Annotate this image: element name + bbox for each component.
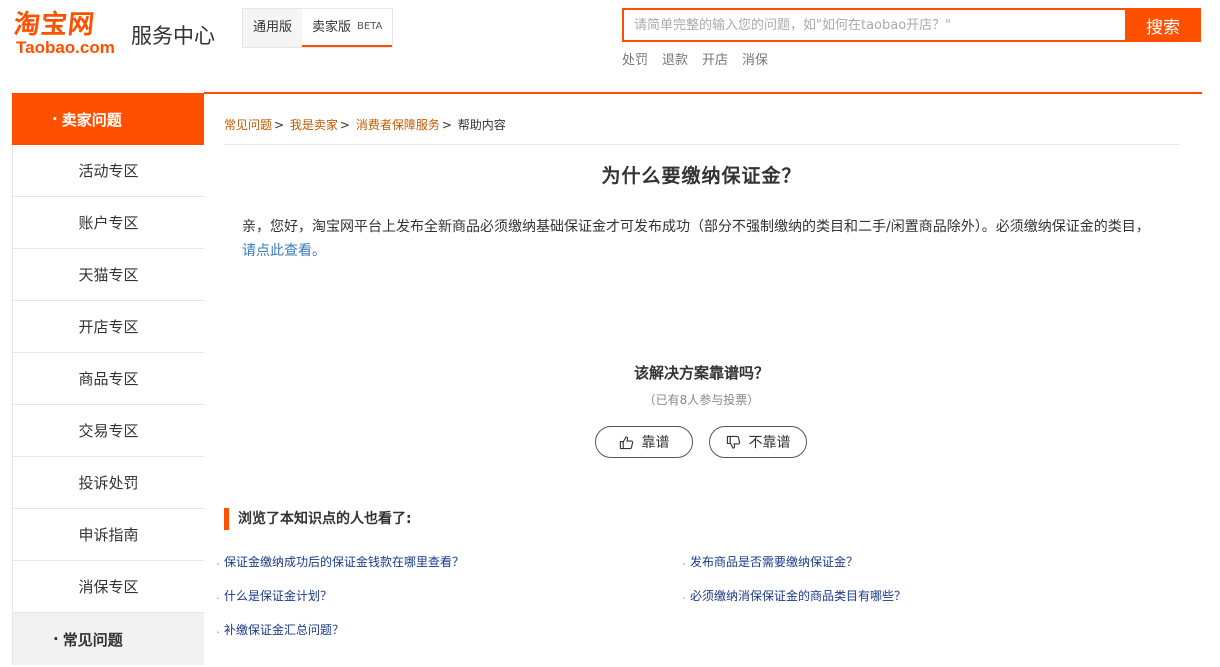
taobao-logo[interactable]: 淘宝网 Taobao.com (12, 10, 126, 58)
hot-words: 处罚 退款 开店 消保 (622, 49, 768, 68)
sidebar-item-consumer-protection[interactable]: 消保专区 (12, 561, 204, 613)
beta-badge: BETA (357, 21, 383, 32)
sidebar-item-appeals[interactable]: 申诉指南 (12, 509, 204, 561)
view-categories-link[interactable]: 请点此查看 (242, 243, 312, 259)
thumbs-down-icon (726, 435, 740, 449)
related-link[interactable]: 必须缴纳消保保证金的商品类目有哪些？ (682, 587, 906, 604)
article-title: 为什么要缴纳保证金？ (601, 165, 802, 187)
sidebar-item-trading[interactable]: 交易专区 (12, 405, 204, 457)
vote-unhelpful-label: 不靠谱 (748, 435, 791, 451)
sidebar-item-open-shop[interactable]: 开店专区 (12, 301, 204, 353)
sidebar-item-tmall[interactable]: 天猫专区 (12, 249, 204, 301)
thumbs-up-icon (619, 435, 633, 449)
breadcrumb-seller[interactable]: 我是卖家 (290, 118, 338, 132)
article-body: 亲，您好，淘宝网平台上发布全新商品必须缴纳基础保证金才可发布成功（部分不强制缴纳… (242, 215, 1172, 263)
breadcrumb-divider (224, 144, 1179, 145)
tab-general[interactable]: 通用版 (243, 9, 302, 47)
breadcrumb-separator: > (274, 118, 285, 132)
breadcrumb: 常见问题 > 我是卖家 > 消费者保障服务 > 帮助内容 (224, 116, 506, 133)
breadcrumb-separator: > (441, 118, 452, 132)
related-link[interactable]: 发布商品是否需要缴纳保证金？ (682, 553, 858, 570)
vote-question: 该解决方案靠谱吗？ (633, 364, 769, 382)
article-text: 亲，您好，淘宝网平台上发布全新商品必须缴纳基础保证金才可发布成功（部分不强制缴纳… (242, 219, 1150, 235)
related-link[interactable]: 保证金缴纳成功后的保证金钱款在哪里查看？ (216, 553, 464, 570)
breadcrumb-faq[interactable]: 常见问题 (224, 118, 272, 132)
vote-count: （已有8人参与投票） (643, 393, 760, 407)
sidebar: · 卖家问题 活动专区 账户专区 天猫专区 开店专区 商品专区 交易专区 投诉处罚… (12, 93, 204, 665)
breadcrumb-separator: > (339, 118, 350, 132)
related-heading: 浏览了本知识点的人也看了: (224, 508, 412, 530)
tab-general-label: 通用版 (253, 20, 293, 35)
sidebar-item-complaints[interactable]: 投诉处罚 (12, 457, 204, 509)
breadcrumb-current: 帮助内容 (457, 118, 506, 132)
hot-word-open-shop[interactable]: 开店 (702, 49, 728, 68)
bullet-dot: · (53, 630, 59, 648)
sidebar-section-label: 卖家问题 (61, 110, 122, 129)
vote-helpful-label: 靠谱 (641, 435, 670, 451)
vote-buttons: 靠谱 不靠谱 (595, 426, 807, 458)
sidebar-item-account[interactable]: 账户专区 (12, 197, 204, 249)
search-input[interactable] (622, 8, 1125, 42)
breadcrumb-consumer-protection[interactable]: 消费者保障服务 (356, 118, 440, 132)
logo-english-text: Taobao.com (16, 38, 115, 57)
vote-helpful-button[interactable]: 靠谱 (595, 426, 693, 458)
sidebar-section-seller-questions[interactable]: · 卖家问题 (12, 93, 204, 145)
version-tabs: 通用版 卖家版 BETA (242, 8, 394, 48)
sidebar-section-faq[interactable]: · 常见问题 (12, 613, 204, 665)
tab-seller[interactable]: 卖家版 BETA (302, 9, 393, 47)
sidebar-item-products[interactable]: 商品专区 (12, 353, 204, 405)
related-link[interactable]: 补缴保证金汇总问题？ (216, 621, 344, 638)
site-title: 服务中心 (131, 24, 215, 48)
sidebar-section-label: 常见问题 (62, 630, 123, 649)
tab-seller-label: 卖家版 (312, 20, 352, 35)
article-link-end: 。 (312, 243, 326, 259)
hot-word-refund[interactable]: 退款 (662, 49, 688, 68)
search-button[interactable]: 搜索 (1125, 8, 1201, 42)
header-divider (204, 92, 1202, 94)
hot-word-consumer-protection[interactable]: 消保 (742, 49, 768, 68)
logo-chinese-text: 淘宝网 (12, 10, 97, 40)
hot-word-penalty[interactable]: 处罚 (622, 49, 648, 68)
search-box: 搜索 (622, 8, 1201, 42)
sidebar-item-activities[interactable]: 活动专区 (12, 145, 204, 197)
bullet-dot: · (52, 110, 58, 128)
vote-unhelpful-button[interactable]: 不靠谱 (709, 426, 807, 458)
related-link[interactable]: 什么是保证金计划？ (216, 587, 332, 604)
